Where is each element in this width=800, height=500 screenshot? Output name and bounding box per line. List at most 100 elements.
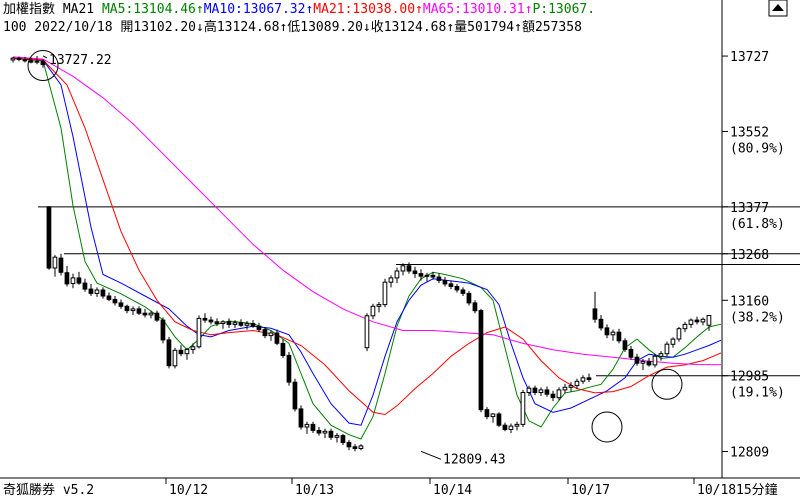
candle-39: [244, 320, 250, 330]
candle-56: [346, 439, 352, 451]
candle-body-1: [16, 57, 22, 61]
candle-body-76: [466, 292, 472, 304]
price-label-0: 13727: [730, 50, 769, 65]
candle-41: [256, 322, 262, 333]
price-label-6: 12809: [730, 446, 769, 461]
candle-body-109: [664, 343, 670, 355]
candle-14: [94, 287, 100, 297]
candle-body-100: [610, 331, 616, 336]
candle-67: [412, 266, 418, 278]
candle-body-9: [64, 272, 70, 285]
time-label-3: 10/17: [571, 483, 610, 498]
fibonacci-levels: [38, 206, 800, 377]
candle-79: [484, 407, 490, 420]
time-axis: 10/12 10/13 10/14 10/17 10/18: [165, 478, 736, 498]
candle-body-44: [274, 332, 280, 344]
candle-body-73: [448, 283, 454, 287]
candle-body-24: [154, 312, 160, 321]
candle-body-15: [100, 289, 106, 297]
candle-body-30: [190, 346, 196, 350]
candle-111: [676, 327, 682, 342]
candlestick-chart: 加權指數 MA21 MA5:13104.46↑MA10:13067.32↑MA2…: [0, 0, 800, 498]
candle-99: [604, 324, 610, 339]
candle-65: [400, 263, 406, 276]
candle-15: [100, 287, 106, 299]
candle-82: [502, 422, 508, 432]
time-label-4: 10/18: [697, 483, 736, 498]
candle-72: [442, 277, 448, 287]
candle-60: [370, 303, 376, 320]
candle-body-87: [532, 387, 538, 394]
candle-body-0: [10, 57, 16, 61]
candle-81: [496, 412, 502, 427]
candle-17: [112, 296, 118, 306]
candle-body-104: [634, 356, 640, 364]
candle-101: [616, 328, 622, 344]
price-sublabel-4: (38.2%): [730, 310, 785, 325]
highlight-circle-1: [591, 411, 623, 443]
candle-11: [76, 271, 82, 285]
candle-body-113: [688, 319, 694, 325]
candle-27: [172, 347, 178, 369]
candle-45: [280, 339, 286, 359]
candle-98: [598, 314, 604, 331]
candle-body-47: [292, 381, 298, 410]
price-annotations: 13727.22 12809.43: [42, 53, 506, 467]
header-segment-4: MA65:13010.31↑: [423, 2, 533, 17]
candle-body-86: [526, 387, 532, 394]
candle-body-35: [220, 321, 226, 324]
candle-body-88: [538, 389, 544, 393]
candle-21: [136, 306, 142, 315]
candle-28: [178, 345, 184, 357]
candle-body-98: [598, 318, 604, 329]
candle-114: [694, 316, 700, 325]
candle-115: [700, 317, 706, 326]
candle-85: [520, 389, 526, 427]
candle-26: [166, 336, 172, 369]
timeframe-label[interactable]: 15分鐘: [736, 482, 778, 498]
candle-73: [448, 280, 454, 290]
candle-52: [322, 428, 328, 439]
candle-body-79: [484, 409, 490, 418]
candle-body-46: [286, 354, 292, 383]
candle-body-52: [322, 430, 328, 434]
candle-body-115: [700, 318, 706, 323]
candle-body-74: [454, 286, 460, 291]
candle-body-82: [502, 424, 508, 431]
candle-body-89: [544, 389, 550, 395]
candle-96: [586, 373, 592, 383]
indicator-header: 加權指數 MA21 MA5:13104.46↑MA10:13067.32↑MA2…: [3, 2, 595, 17]
candle-body-66: [406, 265, 412, 272]
candle-body-37: [232, 322, 238, 325]
scroll-up-button[interactable]: [768, 0, 788, 17]
candle-32: [202, 313, 208, 323]
candle-body-55: [340, 435, 346, 444]
candle-54: [334, 432, 340, 443]
candle-body-4: [34, 60, 40, 63]
candle-body-20: [130, 308, 136, 312]
candle-31: [196, 315, 202, 349]
candle-body-70: [430, 274, 436, 278]
candle-20: [130, 306, 136, 315]
candle-body-49: [304, 423, 310, 428]
candle-22: [142, 308, 148, 318]
candle-body-25: [160, 319, 166, 341]
candle-body-56: [346, 442, 352, 448]
time-label-2: 10/14: [433, 483, 472, 498]
candle-body-112: [682, 323, 688, 330]
candle-8: [58, 253, 64, 276]
candle-body-50: [310, 423, 316, 431]
candle-50: [310, 421, 316, 433]
candle-6: [46, 205, 52, 270]
candle-63: [388, 275, 394, 288]
candle-body-5: [40, 60, 46, 66]
candle-110: [670, 337, 676, 348]
candle-body-11: [76, 277, 82, 284]
time-label-1: 10/13: [295, 483, 334, 498]
price-label-4: 13160: [730, 294, 769, 309]
candle-9: [64, 265, 70, 287]
candle-body-2: [22, 59, 28, 62]
price-label-3: 13268: [730, 248, 769, 263]
candle-body-96: [586, 377, 592, 380]
candle-29: [184, 347, 190, 360]
